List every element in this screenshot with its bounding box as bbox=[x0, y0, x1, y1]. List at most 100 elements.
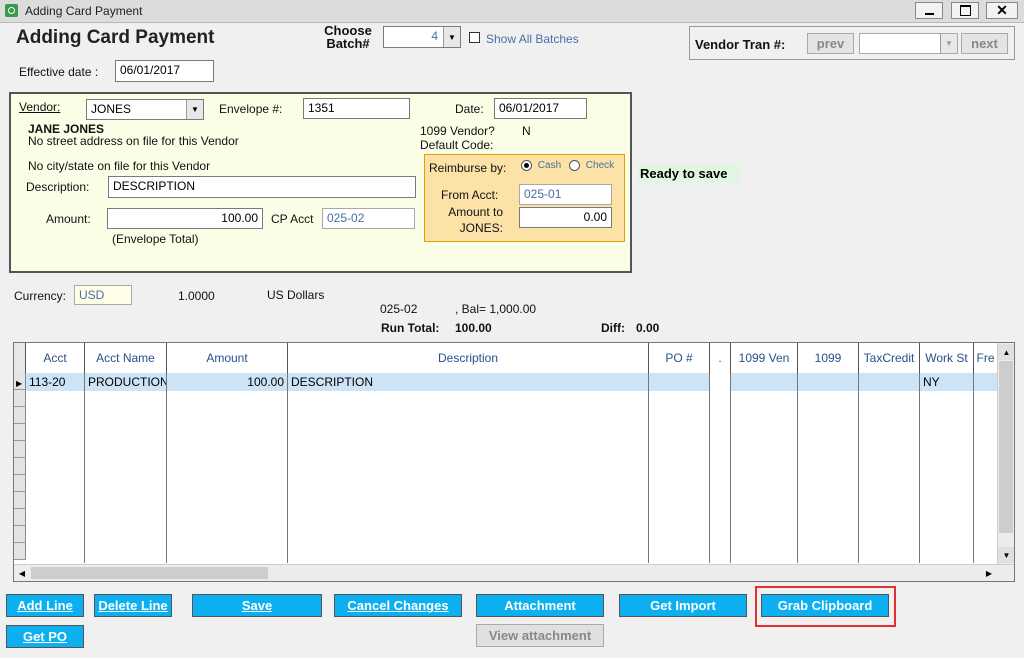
lines-grid: Acct Acct Name Amount Description PO # .… bbox=[13, 342, 1015, 582]
cell-fre[interactable] bbox=[974, 373, 997, 391]
chevron-down-icon[interactable]: ▼ bbox=[186, 100, 203, 119]
vertical-scroll-thumb[interactable] bbox=[999, 361, 1013, 533]
highlight-box bbox=[755, 586, 896, 627]
save-button[interactable]: Save bbox=[192, 594, 322, 617]
delete-line-button[interactable]: Delete Line bbox=[94, 594, 172, 617]
cancel-changes-button[interactable]: Cancel Changes bbox=[334, 594, 462, 617]
minimize-button[interactable] bbox=[915, 2, 943, 19]
app-icon bbox=[5, 4, 18, 17]
close-button[interactable]: ✕ bbox=[986, 2, 1018, 19]
default-code-label: Default Code: bbox=[420, 138, 494, 152]
view-attachment-button[interactable]: View attachment bbox=[476, 624, 604, 647]
prev-button[interactable]: prev bbox=[807, 33, 854, 54]
grid-line bbox=[919, 391, 920, 563]
currency-name: US Dollars bbox=[267, 288, 325, 302]
row-selector[interactable] bbox=[14, 390, 26, 407]
cash-radio[interactable]: Cash bbox=[521, 160, 561, 171]
chevron-down-icon[interactable]: ▼ bbox=[940, 34, 957, 53]
row-selector[interactable] bbox=[14, 424, 26, 441]
get-import-button[interactable]: Get Import bbox=[619, 594, 747, 617]
row-selector[interactable] bbox=[14, 458, 26, 475]
col-header-taxcredit[interactable]: TaxCredit bbox=[859, 343, 920, 373]
add-line-button[interactable]: Add Line bbox=[6, 594, 84, 617]
col-header-po[interactable]: PO # bbox=[649, 343, 710, 373]
cell-description[interactable]: DESCRIPTION bbox=[288, 373, 649, 391]
vertical-scrollbar[interactable]: ▲ ▼ bbox=[997, 343, 1014, 564]
cell-po[interactable] bbox=[649, 373, 710, 391]
cell-1099[interactable] bbox=[798, 373, 859, 391]
show-all-batches-label[interactable]: Show All Batches bbox=[486, 32, 579, 46]
col-header-acct[interactable]: Acct bbox=[26, 343, 85, 373]
cell-acct-name[interactable]: PRODUCTION bbox=[85, 373, 167, 391]
cp-acct-input[interactable]: 025-02 bbox=[322, 208, 415, 229]
batch-select[interactable]: 4 ▼ bbox=[383, 26, 461, 48]
row-selector[interactable] bbox=[14, 475, 26, 492]
col-header-dot[interactable]: . bbox=[710, 343, 731, 373]
col-header-1099-ven[interactable]: 1099 Ven bbox=[731, 343, 798, 373]
vendor-tran-select[interactable]: ▼ bbox=[859, 33, 958, 54]
currency-input[interactable]: USD bbox=[74, 285, 132, 305]
effective-date-input[interactable]: 06/01/2017 bbox=[115, 60, 214, 82]
horizontal-scroll-thumb[interactable] bbox=[31, 567, 268, 579]
check-radio[interactable]: Check bbox=[569, 160, 614, 171]
envelope-total-label: (Envelope Total) bbox=[112, 232, 199, 246]
ready-status: Ready to save bbox=[638, 165, 740, 183]
run-total-value: 100.00 bbox=[455, 321, 492, 335]
amount-to-label: Amount to JONES: bbox=[437, 205, 503, 235]
row-selector[interactable] bbox=[14, 441, 26, 458]
row-selector[interactable] bbox=[14, 492, 26, 509]
choose-batch-label: Choose Batch# bbox=[324, 24, 372, 50]
grid-line bbox=[973, 391, 974, 563]
row-pointer-icon: ▶ bbox=[16, 379, 23, 388]
scroll-right-icon[interactable]: ▶ bbox=[981, 565, 997, 581]
vendor-select[interactable]: JONES ▼ bbox=[86, 99, 204, 120]
cell-1099-ven[interactable] bbox=[731, 373, 798, 391]
scroll-left-icon[interactable]: ◀ bbox=[14, 565, 30, 581]
choose-batch-label-line2: Batch# bbox=[326, 36, 370, 51]
date-input[interactable]: 06/01/2017 bbox=[494, 98, 587, 119]
check-label: Check bbox=[585, 160, 615, 172]
minimize-icon bbox=[924, 12, 934, 15]
scroll-down-icon[interactable]: ▼ bbox=[998, 547, 1014, 563]
col-header-fre[interactable]: Fre bbox=[974, 343, 997, 373]
row-selector[interactable] bbox=[14, 509, 26, 526]
col-header-1099[interactable]: 1099 bbox=[798, 343, 859, 373]
col-header-description[interactable]: Description bbox=[288, 343, 649, 373]
window-title: Adding Card Payment bbox=[25, 4, 143, 18]
description-input[interactable]: DESCRIPTION bbox=[108, 176, 416, 198]
row-selector[interactable] bbox=[14, 543, 26, 560]
close-icon: ✕ bbox=[996, 2, 1008, 18]
col-header-acct-name[interactable]: Acct Name bbox=[85, 343, 167, 373]
col-header-work-st[interactable]: Work St bbox=[920, 343, 974, 373]
cell-amount[interactable]: 100.00 bbox=[167, 373, 288, 391]
row-selector-header bbox=[14, 343, 26, 373]
next-button[interactable]: next bbox=[961, 33, 1008, 54]
envelope-input[interactable]: 1351 bbox=[303, 98, 410, 119]
from-acct-input[interactable]: 025-01 bbox=[519, 184, 612, 205]
maximize-button[interactable] bbox=[951, 2, 979, 19]
effective-date-label: Effective date : bbox=[19, 65, 99, 79]
col-header-amount[interactable]: Amount bbox=[167, 343, 288, 373]
run-total-label: Run Total: bbox=[381, 321, 440, 335]
get-po-button[interactable]: Get PO bbox=[6, 625, 84, 648]
batch-value: 4 bbox=[431, 29, 438, 43]
show-all-batches-checkbox[interactable] bbox=[469, 32, 480, 43]
amount-to-input[interactable]: 0.00 bbox=[519, 207, 612, 228]
amount-input[interactable]: 100.00 bbox=[107, 208, 263, 229]
cash-label: Cash bbox=[537, 160, 562, 172]
grid-header: Acct Acct Name Amount Description PO # .… bbox=[14, 343, 1014, 374]
scroll-up-icon[interactable]: ▲ bbox=[998, 344, 1014, 360]
chevron-down-icon[interactable]: ▼ bbox=[443, 27, 460, 47]
amount-to-name: JONES: bbox=[459, 221, 503, 235]
attachment-button[interactable]: Attachment bbox=[476, 594, 604, 617]
cell-acct[interactable]: 113-20 bbox=[26, 373, 85, 391]
cell-dot[interactable] bbox=[710, 373, 731, 391]
horizontal-scrollbar[interactable]: ◀ ▶ bbox=[14, 564, 1014, 581]
row-selector[interactable] bbox=[14, 526, 26, 543]
currency-rate: 1.0000 bbox=[178, 289, 215, 303]
cell-taxcredit[interactable] bbox=[859, 373, 920, 391]
vendor-label: Vendor: bbox=[19, 100, 61, 114]
row-selector[interactable] bbox=[14, 407, 26, 424]
v1099-label: 1099 Vendor? bbox=[420, 124, 495, 138]
cell-work-st[interactable]: NY bbox=[920, 373, 974, 391]
